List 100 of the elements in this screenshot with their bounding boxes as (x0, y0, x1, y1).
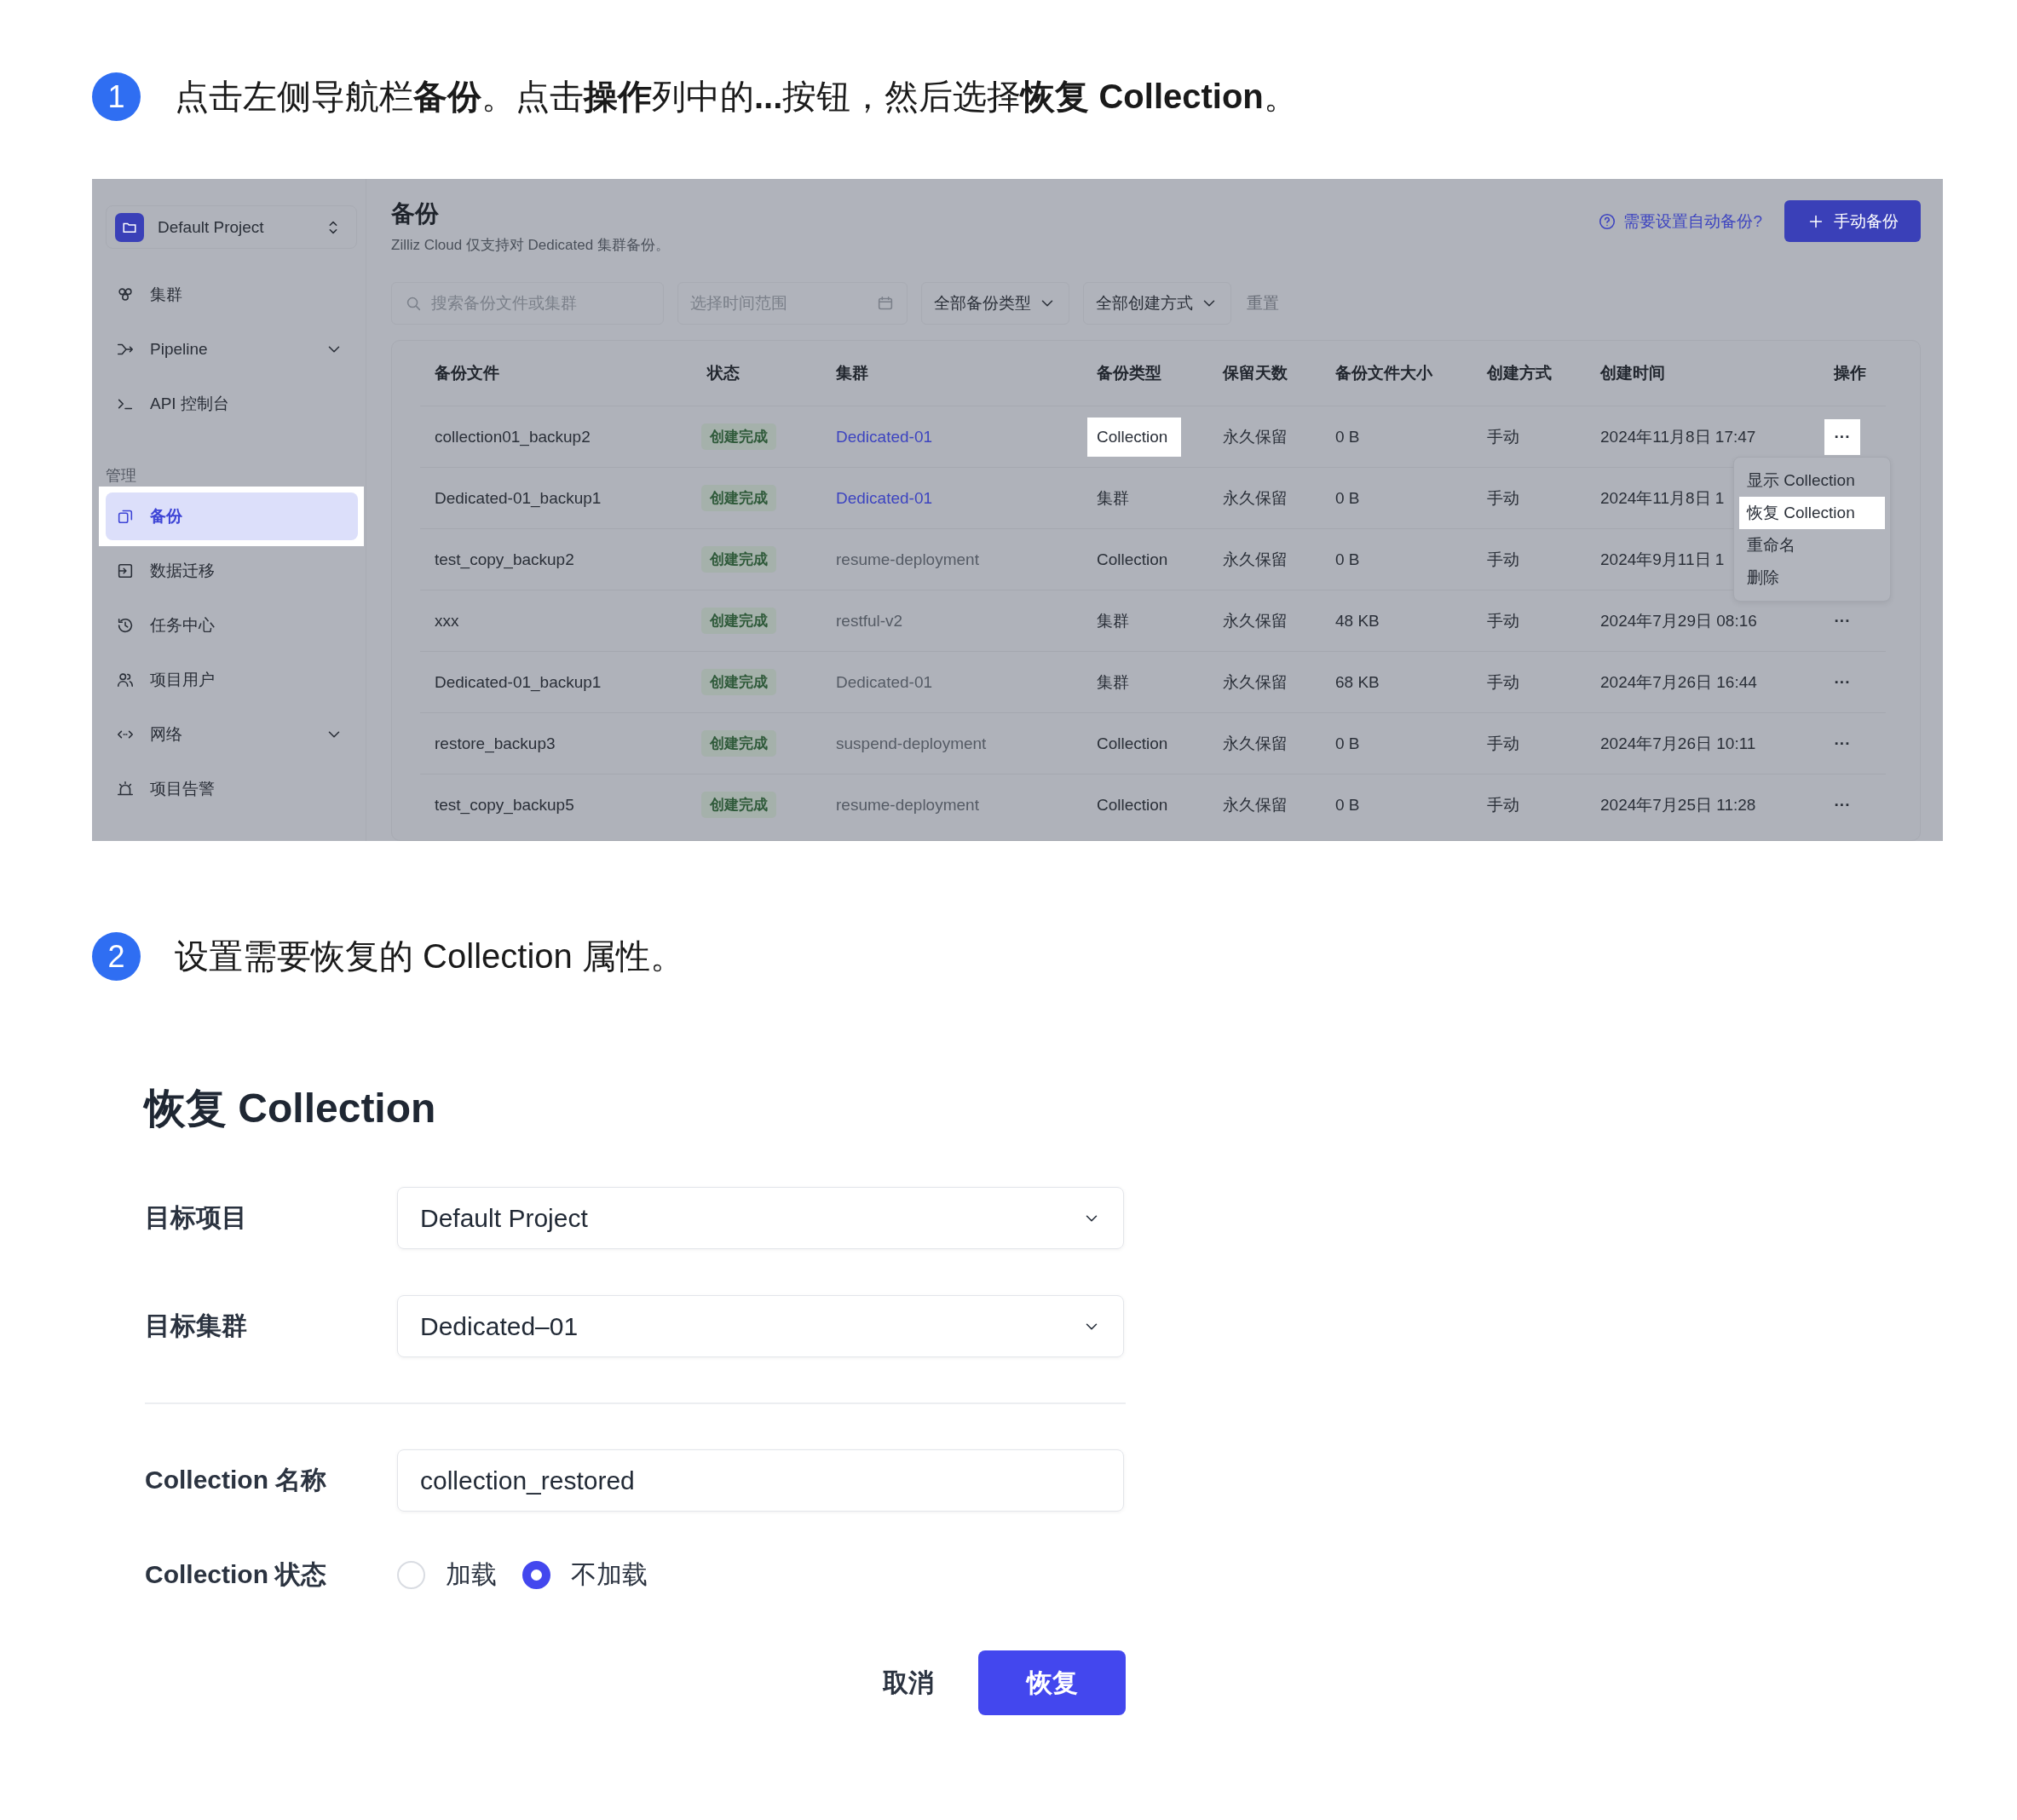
status-badge: 创建完成 (701, 423, 776, 450)
table-cell-text: 集群 (1096, 610, 1130, 631)
filter-dropdown[interactable]: 全部备份类型 (921, 282, 1069, 325)
cancel-button[interactable]: 取消 (883, 1650, 934, 1715)
more-button[interactable]: ··· (1824, 725, 1860, 762)
table-cell-text: 2024年7月26日 10:11 (1599, 733, 1757, 754)
table-cell-text: 永久保留 (1222, 794, 1288, 815)
step-instruction: 点击左侧导航栏备份。点击操作列中的...按钮，然后选择恢复 Collection。 (175, 77, 1298, 117)
table-cell-text: 手动 (1486, 487, 1520, 509)
table-cell-text: Collection (1096, 794, 1169, 815)
menu-item[interactable]: 显示 Collection (1739, 464, 1885, 497)
step-instruction: 设置需要恢复的 Collection 属性。 (175, 936, 684, 976)
table-cell-text: test_copy_backup5 (434, 795, 575, 815)
nav-item[interactable]: 项目告警 (106, 765, 357, 813)
column-header: 创建时间 (1599, 363, 1666, 383)
table-cell-text: 手动 (1486, 733, 1520, 754)
table-cell: Collection (1087, 417, 1182, 457)
select-field[interactable]: Dedicated–01 (397, 1295, 1124, 1357)
project-selector[interactable]: Default Project (106, 205, 357, 249)
table-cell-text: 永久保留 (1222, 733, 1288, 754)
field-label: 目标项目 (145, 1202, 248, 1233)
menu-item[interactable]: 恢复 Collection (1739, 497, 1885, 529)
table-cell-text: 手动 (1486, 610, 1520, 631)
dialog-title: 恢复 Collection (145, 1085, 437, 1132)
column-header: 保留天数 (1221, 363, 1288, 383)
table-cell-text: Dedicated-01_backup1 (434, 672, 602, 692)
nav-item[interactable]: Pipeline (106, 325, 357, 373)
nav-item[interactable]: 网络 (106, 711, 357, 758)
more-button[interactable]: ··· (1824, 664, 1860, 700)
menu-item[interactable]: 重命名 (1739, 529, 1885, 562)
more-button[interactable]: ··· (1824, 418, 1860, 455)
nav-item[interactable]: 数据迁移 (106, 547, 357, 595)
table-cell-text: 集群 (1096, 487, 1130, 509)
table-cell-text: restful-v2 (835, 611, 904, 631)
table-cell-text: 永久保留 (1222, 671, 1288, 693)
page-subtitle: Zilliz Cloud 仅支持对 Dedicated 集群备份。 (391, 236, 670, 255)
nav-item[interactable]: API 控制台 (106, 380, 357, 428)
page-title: 备份 (391, 199, 440, 228)
table-cell-text: restore_backup3 (434, 734, 556, 753)
table-cell-text: 永久保留 (1222, 610, 1288, 631)
step-number: 1 (92, 72, 141, 121)
column-header: 操作 (1832, 363, 1867, 383)
nav-item[interactable]: 集群 (106, 271, 357, 319)
clock-icon (116, 616, 135, 635)
help-icon (1598, 211, 1617, 231)
table-cell-text: 0 B (1334, 427, 1361, 446)
table-cell-text: 0 B (1334, 550, 1361, 569)
table-cell-text: test_copy_backup2 (434, 550, 575, 569)
menu-item[interactable]: 删除 (1739, 562, 1885, 594)
field-label: Collection 名称 (145, 1465, 328, 1495)
select-field[interactable]: Default Project (397, 1187, 1124, 1249)
table-cell-text: 2024年7月29日 08:16 (1599, 610, 1758, 631)
column-header: 备份文件 (434, 363, 500, 383)
cluster-link[interactable]: Dedicated-01 (821, 427, 1082, 446)
table-cell-text: xxx (434, 611, 460, 631)
status-badge: 创建完成 (701, 485, 776, 511)
column-header: 创建方式 (1485, 363, 1553, 383)
table-cell-text: 68 KB (1334, 672, 1380, 692)
table-cell-text: 2024年9月11日 1 (1599, 549, 1726, 570)
table-cell-text: 永久保留 (1222, 549, 1288, 570)
table-cell-text: 2024年11月8日 1 (1599, 487, 1726, 509)
help-link[interactable]: 需要设置自动备份? (1598, 210, 1762, 233)
manual-backup-button[interactable]: 手动备份 (1784, 200, 1921, 242)
filter-dropdown[interactable]: 全部创建方式 (1083, 282, 1231, 325)
nav-item[interactable]: 任务中心 (106, 602, 357, 649)
table-cell-text: Dedicated-01_backup1 (434, 488, 602, 508)
step-number: 2 (92, 932, 141, 981)
import-icon (116, 562, 135, 580)
column-header: 集群 (835, 363, 869, 383)
table-cell-text: 手动 (1486, 426, 1520, 447)
table-cell-text: 48 KB (1334, 611, 1380, 631)
more-button[interactable]: ··· (1824, 602, 1860, 639)
column-header: 备份文件大小 (1334, 363, 1433, 383)
table-cell-text: 手动 (1486, 671, 1520, 693)
radio-label: 不加载 (571, 1559, 648, 1590)
text-field[interactable]: collection_restored (397, 1449, 1124, 1512)
table-cell-text: 0 B (1334, 488, 1361, 508)
users-icon (116, 671, 135, 689)
status-badge: 创建完成 (701, 546, 776, 573)
table-cell-text: collection01_backup2 (434, 427, 591, 446)
nav-item[interactable]: 备份 (106, 492, 358, 540)
table-cell-text: 2024年11月8日 17:47 (1599, 426, 1757, 447)
table-cell-text: 0 B (1334, 734, 1361, 753)
cluster-link[interactable]: Dedicated-01 (821, 488, 1082, 508)
section-label: 管理 (106, 466, 137, 486)
field-label: Collection 状态 (145, 1559, 328, 1590)
table-cell-text: 永久保留 (1222, 426, 1288, 447)
field-label: 目标集群 (145, 1310, 248, 1341)
folder-icon (115, 212, 144, 242)
table-cell-text: 手动 (1486, 549, 1520, 570)
table-cell-text: resume-deployment (835, 550, 980, 569)
table-cell-text: 永久保留 (1222, 487, 1288, 509)
radio-label: 加载 (446, 1559, 497, 1590)
more-button[interactable]: ··· (1824, 786, 1860, 823)
table-cell-text: Collection (1096, 733, 1169, 754)
status-badge: 创建完成 (701, 669, 776, 695)
restore-button[interactable]: 恢复 (978, 1650, 1126, 1715)
nav-item[interactable]: 项目用户 (106, 656, 357, 704)
radio-button[interactable] (522, 1561, 550, 1589)
table-cell-text: 集群 (1096, 671, 1130, 693)
